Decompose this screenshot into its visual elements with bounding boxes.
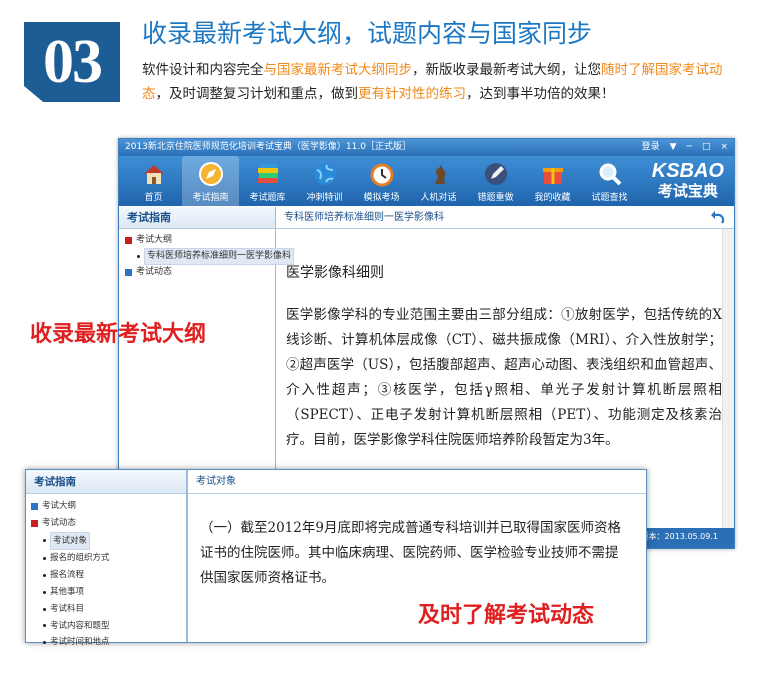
news-tree-node-label: 考试大纲 <box>42 501 77 511</box>
news-sidebar-title: 考试指南 <box>26 470 186 494</box>
bullet-icon <box>43 641 46 645</box>
books-icon <box>254 160 282 188</box>
tree-node[interactable]: 考试动态 <box>125 265 275 280</box>
description-text: ，达到事半功倍的效果！ <box>466 86 615 102</box>
news-tree-child-label: 报名的组织方式 <box>50 553 110 564</box>
news-tree-child-item[interactable]: 考试内容和题型 <box>31 618 186 635</box>
bullet-icon <box>43 557 46 561</box>
minimize-button[interactable]: ─ <box>687 139 692 156</box>
toolbar-button-label: 试题查找 <box>591 193 628 203</box>
content-body: 医学影像学科的专业范围主要由三部分组成：①放射医学，包括传统的X线诊断、计算机体… <box>286 307 722 448</box>
news-tree-child-item[interactable]: 考试对象 <box>31 531 186 551</box>
content-header: 专科医师培养标准细则一医学影像科 <box>276 207 734 229</box>
sidebar-tree: 考试大纲专科医师培养标准细则一医学影像科考试动态 <box>119 229 295 280</box>
login-button[interactable]: 登录 <box>642 139 660 156</box>
content-scrollbar[interactable] <box>722 229 734 548</box>
news-tree-child-label: 报名流程 <box>50 570 85 581</box>
news-tree-child-item[interactable]: 考试科目 <box>31 601 186 618</box>
news-content-body: （一）截至2012年9月底即将完成普通专科培训并已取得国家医师资格证书的住院医师… <box>200 520 621 586</box>
menu-button[interactable]: ▼ <box>670 139 677 156</box>
toolbar-button-4[interactable]: 模拟考场 <box>353 156 410 206</box>
globe-icon <box>311 160 339 188</box>
toolbar-button-label: 考试题库 <box>249 193 286 203</box>
chess-icon <box>425 160 453 188</box>
news-tree-child-label: 考试内容和题型 <box>50 620 110 631</box>
section-description: 软件设计和内容完全与国家最新考试大纲同步，新版收录最新考试大纲，让您随时了解国家… <box>142 58 742 106</box>
toolbar-button-label: 模拟考场 <box>363 193 400 203</box>
toolbar-button-5[interactable]: 人机对话 <box>410 156 467 206</box>
logo-brand: KSBAO <box>651 160 724 182</box>
toolbar-button-label: 首页 <box>144 193 163 203</box>
tree-child-label: 专科医师培养标准细则一医学影像科 <box>144 248 295 265</box>
description-text: ，新版收录最新考试大纲，让您 <box>412 62 601 78</box>
expand-icon[interactable] <box>31 502 38 510</box>
toolbar-button-3[interactable]: 冲刺特训 <box>296 156 353 206</box>
news-content-header: 考试对象 <box>188 470 646 494</box>
window-title: 2013新北京住院医师规范化培训考试宝典（医学影像）11.0［正式版］ <box>125 142 411 152</box>
news-tree-child-item[interactable]: 考试时间和地点 <box>31 634 186 651</box>
toolbar-button-label: 错题重做 <box>477 193 514 203</box>
main-toolbar: 首页 考试指南 考试题库 冲刺特训 模拟考场 人机对话 错题重做 我的收藏 试题查找 KSBAO… <box>119 156 734 206</box>
description-highlight: 更有针对性的练习 <box>358 86 466 102</box>
description-text: ，及时调整复习计划和重点，做到 <box>155 86 359 102</box>
promo-page: 03 收录最新考试大纲，试题内容与国家同步 软件设计和内容完全与国家最新考试大纲… <box>0 0 780 679</box>
content-title: 医学影像科细则 <box>286 265 384 281</box>
section-number-badge: 03 <box>24 22 120 102</box>
maximize-button[interactable]: □ <box>702 139 711 156</box>
news-tree-node[interactable]: 考试动态 <box>31 515 186 532</box>
section-heading: 收录最新考试大纲，试题内容与国家同步 <box>142 19 593 48</box>
magnifier-icon <box>596 160 624 188</box>
news-tree: 考试大纲考试动态考试对象报名的组织方式 报名流程其他事项考试科目考试内容和题型 考试… <box>26 494 186 651</box>
toolbar-button-2[interactable]: 考试题库 <box>239 156 296 206</box>
news-tree-child-label: 考试对象 <box>50 531 91 551</box>
ksbao-logo: KSBAO 考试宝典 <box>652 160 724 200</box>
bullet-icon <box>43 590 46 594</box>
gift-icon <box>539 160 567 188</box>
news-tree-node-label: 考试动态 <box>42 517 77 528</box>
outline-callout: 收录最新考试大纲 <box>30 322 207 347</box>
news-tree-child-label: 其他事项 <box>50 586 85 597</box>
home-icon <box>140 160 168 188</box>
tree-node[interactable]: 考试大纲 <box>125 233 275 248</box>
toolbar-button-6[interactable]: 错题重做 <box>467 156 524 206</box>
toolbar-button-label: 考试指南 <box>192 193 229 203</box>
compass-icon <box>197 160 225 188</box>
sidebar-title: 考试指南 <box>119 207 275 229</box>
logo-subtitle: 考试宝典 <box>657 182 718 200</box>
bullet-icon <box>43 574 46 578</box>
description-text: 软件设计和内容完全 <box>142 62 264 78</box>
collapse-icon[interactable] <box>31 519 38 527</box>
news-tree-child-item[interactable]: 报名的组织方式 <box>31 550 186 567</box>
toolbar-button-label: 冲刺特训 <box>306 193 343 203</box>
collapse-icon[interactable] <box>125 237 132 244</box>
title-bar: 2013新北京住院医师规范化培训考试宝典（医学影像）11.0［正式版］ 登录 ▼… <box>119 139 734 156</box>
bullet-icon <box>137 255 140 258</box>
news-callout: 及时了解考试动态 <box>418 603 595 628</box>
news-tree-child-label: 考试时间和地点 <box>50 637 110 648</box>
expand-icon[interactable] <box>125 269 132 276</box>
toolbar-button-8[interactable]: 试题查找 <box>581 156 638 206</box>
toolbar-button-label: 人机对话 <box>420 193 457 203</box>
tree-node-label: 考试动态 <box>136 267 173 277</box>
close-button[interactable]: × <box>720 139 728 156</box>
toolbar-button-0[interactable]: 首页 <box>125 156 182 206</box>
news-tree-child-item[interactable]: 其他事项 <box>31 584 186 601</box>
bullet-icon <box>43 624 46 628</box>
description-highlight: 与国家最新考试大纲同步 <box>263 62 413 78</box>
version-status: 版本：2013.05.09.1 <box>640 532 718 541</box>
news-tree-child-item[interactable]: 报名流程 <box>31 567 186 584</box>
clock-icon <box>368 160 396 188</box>
toolbar-button-1[interactable]: 考试指南 <box>182 156 239 206</box>
news-sidebar: 考试指南 考试大纲考试动态考试对象报名的组织方式 报名流程其他事项考试科目考试内容… <box>26 470 188 647</box>
toolbar-button-label: 我的收藏 <box>534 193 571 203</box>
bullet-icon <box>43 539 46 543</box>
news-tree-node[interactable]: 考试大纲 <box>31 498 186 515</box>
news-tree-child-label: 考试科目 <box>50 603 85 614</box>
tree-child-item[interactable]: 专科医师培养标准细则一医学影像科 <box>125 248 295 265</box>
toolbar-button-7[interactable]: 我的收藏 <box>524 156 581 206</box>
tree-node-label: 考试大纲 <box>136 235 173 245</box>
pencil-icon <box>482 160 510 188</box>
content-header-text: 专科医师培养标准细则一医学影像科 <box>284 212 444 223</box>
bullet-icon <box>43 607 46 611</box>
